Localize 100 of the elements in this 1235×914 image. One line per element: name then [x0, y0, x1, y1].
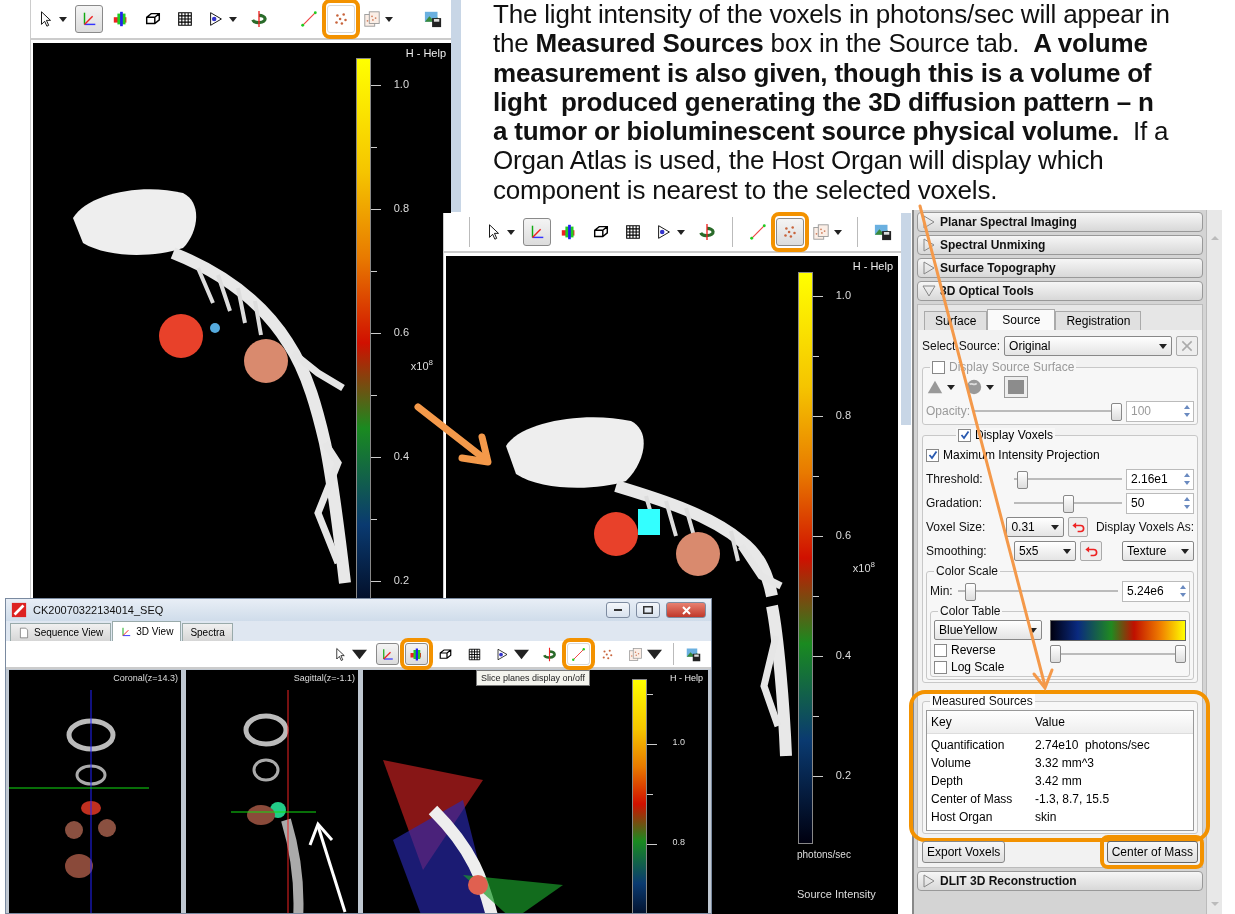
axes-icon [120, 625, 133, 638]
field-label: Smoothing: [926, 544, 988, 558]
collapse-triangle-icon [922, 284, 936, 298]
smoothing-dropdown[interactable]: 5x5 [1014, 541, 1076, 561]
window-title: CK20070322134014_SEQ [33, 604, 164, 616]
help-hint: H - Help [852, 260, 893, 272]
reset-button[interactable] [1067, 517, 1088, 537]
caret-icon [1050, 524, 1059, 530]
reset-button[interactable] [1080, 541, 1102, 561]
close-button[interactable] [666, 602, 706, 618]
table-cell-text: 3.32 mm^3 [1034, 756, 1094, 770]
section-header[interactable]: Planar Spectral Imaging [917, 212, 1203, 232]
color-table-dropdown[interactable]: BlueYellow [934, 620, 1042, 640]
maximize-button[interactable] [636, 602, 660, 618]
stacked-pages-icon [628, 646, 643, 662]
table-cell-text: 2.74e10 photons/sec [1034, 738, 1150, 752]
scale-label: 1.0 [672, 737, 685, 747]
help-hint: H - Help [670, 673, 703, 683]
undo-arrow-icon [1070, 521, 1085, 533]
field-label: Voxel Size: [926, 520, 987, 534]
scale-label: 0.6 [835, 529, 851, 541]
picture-floppy-icon [874, 223, 892, 241]
tab[interactable]: Sequence View [10, 623, 112, 641]
slider-thumb[interactable] [1050, 645, 1061, 663]
checkmark-icon [959, 430, 970, 440]
scale-label: 0.6 [393, 326, 409, 338]
scale-label: 0.2 [393, 574, 409, 586]
stacked-pages-icon [812, 223, 830, 241]
dots-icon [781, 223, 799, 241]
unit-label: photons/sec [797, 849, 851, 860]
scrollbar[interactable] [1206, 210, 1222, 914]
axes-tool-button[interactable] [376, 643, 399, 665]
scale-multiplier: x10$^{8}$ [852, 560, 875, 574]
table-cell-text: -1.3, 8.7, 15.5 [1034, 792, 1110, 806]
section-header[interactable]: Surface Topography [917, 258, 1203, 278]
expand-triangle-icon [922, 874, 936, 888]
scroll-down-icon [1209, 900, 1220, 908]
gradation-spinbox[interactable]: 50 [1126, 492, 1194, 514]
close-icon [1180, 339, 1194, 353]
expand-triangle-icon [922, 261, 936, 275]
undo-arrow-icon [1084, 545, 1098, 557]
minimize-button[interactable] [606, 602, 630, 618]
slider-thumb[interactable] [1175, 645, 1186, 663]
tab[interactable]: Spectra [182, 623, 233, 641]
display-mode-dropdown[interactable]: Texture [1122, 541, 1194, 561]
scale-label: 1.0 [393, 78, 409, 90]
section-header[interactable]: Spectral Unmixing [917, 235, 1203, 255]
grid-icon [176, 10, 194, 28]
grid-icon [467, 646, 482, 662]
checkbox[interactable]: Log Scale [934, 660, 1042, 674]
cube-outline-icon [438, 646, 453, 662]
scale-multiplier: x10$^{8}$ [410, 357, 433, 372]
push-button[interactable]: Center of Mass [1106, 841, 1198, 863]
slider-thumb[interactable] [1062, 495, 1074, 513]
table-cell-text: 3.42 mm [1034, 774, 1082, 788]
colored-planes-icon [409, 646, 424, 662]
source-dropdown[interactable]: Original [1004, 336, 1172, 356]
line-icon [571, 646, 586, 662]
field-label: Measured Sources [932, 694, 1033, 708]
maximize-icon [643, 606, 653, 614]
cursor-arrow-icon [333, 646, 348, 662]
field-label: Opacity: [926, 404, 970, 418]
field-label: Display Voxels As: [1095, 520, 1194, 534]
table-cell-text: Volume [930, 756, 973, 770]
push-button[interactable]: Export Voxels [922, 841, 1006, 863]
scale-label: 0.8 [835, 409, 851, 421]
instruction-paragraph: The light intensity of the voxels in photons/sec will appear in the Measured Sources box in the Source tab. A volume measurement is also given, though this is a volume of light produced generating the 3D diffusion pattern – n a tumor or bioluminescent source physical volume. If a Organ Atlas is used, the Host Organ will display which component is nearest to the selected voxels. [493, 0, 1170, 206]
axes-tool-button[interactable] [75, 5, 103, 33]
voxel-size-dropdown[interactable]: 0.31 [1006, 517, 1064, 537]
help-hint: H - Help [405, 47, 446, 59]
column-header: Value [1034, 715, 1065, 729]
slider-thumb[interactable] [965, 583, 977, 601]
minimize-icon [614, 609, 622, 611]
range-slider[interactable] [1050, 643, 1186, 665]
scroll-up-icon [1209, 234, 1220, 242]
section-header[interactable]: DLIT 3D Reconstruction [917, 871, 1203, 891]
page-icon [18, 626, 30, 639]
field-label: Threshold: [926, 472, 984, 486]
tab[interactable]: 3D View [112, 621, 182, 641]
tab[interactable]: Registration [1055, 311, 1142, 330]
threshold-spinbox[interactable]: 2.16e1 [1126, 468, 1194, 490]
scale-label: 0.4 [835, 649, 851, 661]
axes-tool-button[interactable] [523, 218, 551, 246]
picture-floppy-icon [686, 646, 701, 662]
caret-icon [947, 384, 955, 390]
axes-icon [380, 646, 395, 662]
caret-icon [1181, 548, 1189, 554]
min-spinbox[interactable]: 5.24e6 [1122, 580, 1190, 602]
expand-triangle-icon [922, 215, 936, 229]
voxel-points-button[interactable] [776, 218, 804, 246]
tab[interactable]: Source [987, 309, 1056, 330]
app-icon [11, 602, 27, 618]
table-cell-text: Host Organ [930, 810, 994, 824]
scale-label: 0.8 [672, 837, 685, 847]
slider-thumb[interactable] [1016, 471, 1028, 489]
grid-icon [624, 223, 642, 241]
caret-icon [229, 16, 237, 22]
checkbox[interactable]: Reverse [934, 643, 1042, 657]
caret-icon [1159, 343, 1167, 349]
close-icon [681, 605, 691, 615]
